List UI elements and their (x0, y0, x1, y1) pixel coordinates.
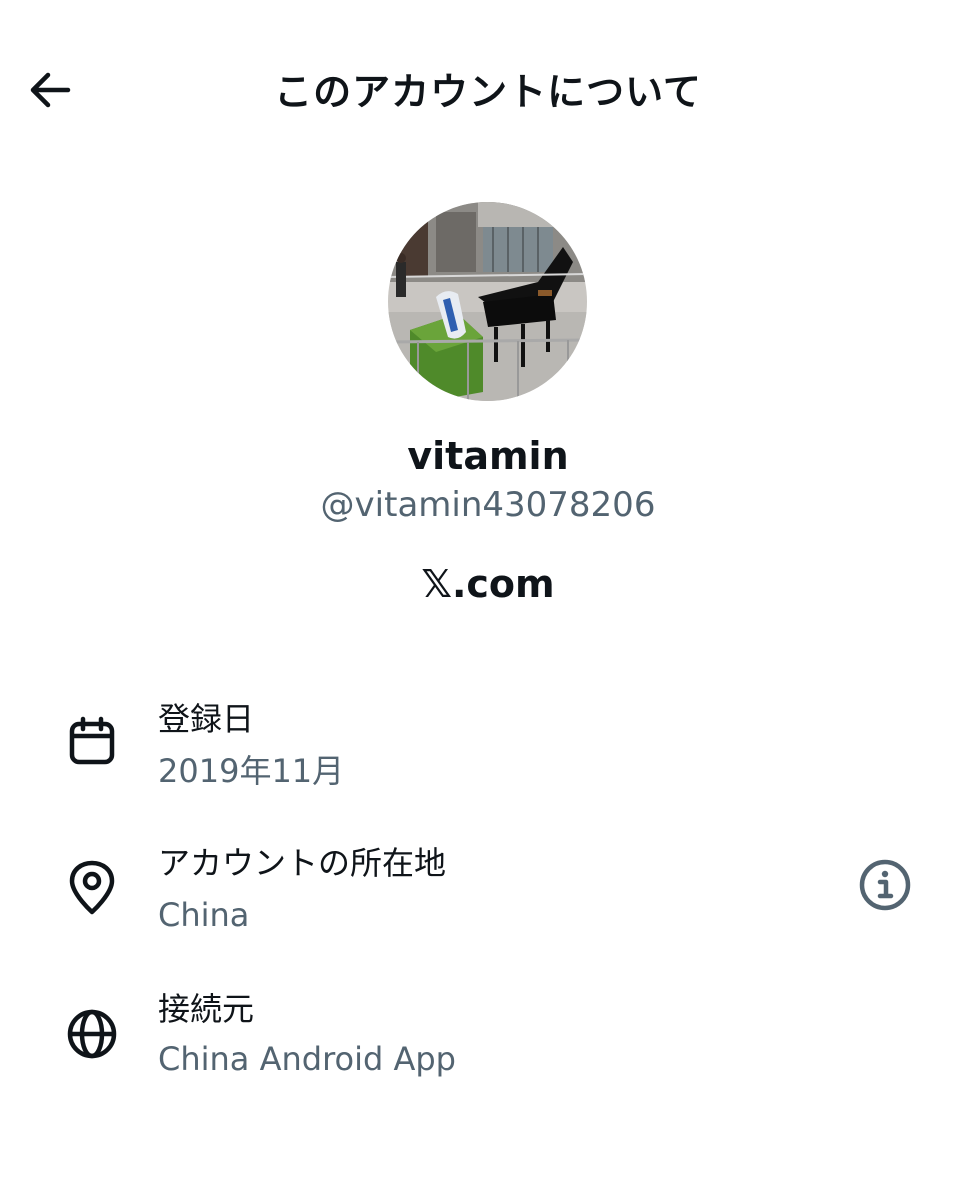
avatar-image (388, 202, 587, 401)
location-info-button[interactable] (856, 858, 914, 916)
page-title: このアカウントについて (274, 70, 702, 114)
detail-label: アカウントの所在地 (158, 844, 447, 882)
detail-label: 登録日 (158, 700, 255, 738)
info-icon (858, 858, 912, 916)
detail-value: China Android App (158, 1040, 456, 1078)
display-name: vitamin (407, 434, 569, 478)
detail-value: 2019年11月 (158, 752, 345, 790)
calendar-icon (64, 714, 120, 770)
avatar[interactable] (388, 202, 587, 401)
globe-icon (64, 1006, 120, 1062)
location-pin-icon (64, 860, 120, 916)
detail-row-joined: 登録日 2019年11月 (0, 692, 976, 802)
header: このアカウントについて (0, 0, 976, 180)
detail-row-connected-via: 接続元 China Android App (0, 982, 976, 1092)
detail-label: 接続元 (158, 990, 255, 1028)
domain-label: 𝕏.com (421, 562, 555, 606)
detail-row-location: アカウントの所在地 China (0, 836, 976, 946)
detail-value: China (158, 896, 250, 934)
user-handle: @vitamin43078206 (320, 485, 656, 525)
